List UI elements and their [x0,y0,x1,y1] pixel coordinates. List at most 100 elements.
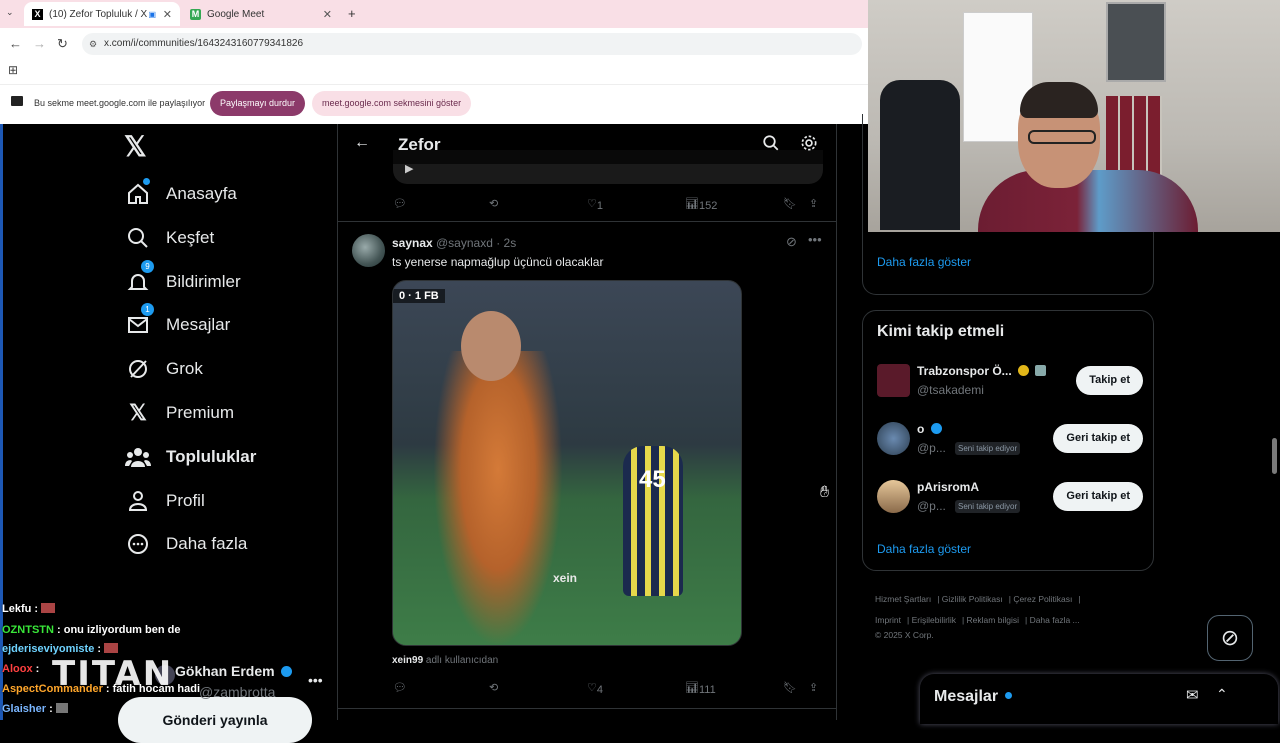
nav-label: Bildirimler [166,272,241,291]
community-header: ← Zefor [338,124,836,164]
new-tab-button[interactable]: + [348,6,356,21]
follow-button[interactable]: Takip et [1076,366,1143,395]
footer-link[interactable]: Hizmet Şartları [875,594,931,604]
nav-label: Topluluklar [166,447,257,466]
reply-icon[interactable]: 💬︎ [393,681,407,694]
chat-line: OZNTSTN : onu izliyordum ben de [2,624,180,636]
apps-grid-icon[interactable]: ⊞ [8,63,18,77]
reply-icon[interactable]: 💬︎ [393,197,407,210]
show-more-link[interactable]: Daha fazla göster [877,255,971,269]
tab-share-bar: Bu sekme meet.google.com ile paylaşılıyo… [0,84,868,122]
jersey-number: 45 [639,466,666,493]
credit-user: xein99 [392,655,424,666]
back-arrow-icon[interactable]: ← [354,134,370,152]
footer-link[interactable]: Daha fazla ... [1030,615,1080,625]
grok-icon[interactable]: ⊘ [786,234,797,250]
meet-favicon-icon: M [190,8,201,20]
close-icon[interactable]: ✕ [163,8,172,21]
account-menu-button[interactable]: ••• [308,672,323,688]
verified-badge-icon [1018,365,1030,376]
messages-drawer[interactable]: Mesajlar ✉ ⌃ [920,674,1278,724]
community-timeline: ▶ ← Zefor 💬︎ ⟲ ♡ 1 📊︎ 152 🔖︎ ⇪ saynax @s… [337,124,837,720]
retweet-icon[interactable]: ⟲ [489,681,498,694]
follow-suggestion[interactable]: o @p... Seni takip ediyor Geri takip et [877,420,1143,460]
share-icon[interactable]: ⇪ [809,681,818,694]
views-button[interactable]: 📊︎ 111 [685,681,716,696]
x-logo-icon: 𝕏 [129,400,147,425]
gaming-chair [880,80,960,230]
nav-label: Daha fazla [166,534,248,553]
footer-link[interactable]: Erişilebilirlik [912,615,956,625]
divider [338,708,836,709]
chevron-up-icon[interactable]: ⌃ [1216,686,1228,703]
follow-back-button[interactable]: Geri takip et [1053,424,1143,453]
forward-icon[interactable]: → [33,36,46,51]
new-message-icon[interactable]: ✉ [1186,686,1199,704]
footer-link[interactable]: Reklam bilgisi [967,615,1019,625]
profile-name[interactable]: Gökhan Erdem [175,663,293,679]
view-count: 152 [698,200,718,212]
chat-message: : [49,703,53,715]
gear-icon[interactable] [799,133,819,158]
share-icon[interactable]: ⇪ [809,197,818,210]
view-count: 111 [698,684,716,696]
nav-label: Mesajlar [166,315,231,334]
nav-label: Premium [166,403,235,422]
footer-link[interactable]: Çerez Politikası [1013,594,1072,604]
streamer-glasses [1028,130,1096,144]
profile-name-text: Gökhan Erdem [175,663,275,679]
views-button[interactable]: 📊︎ 152 [685,197,717,212]
reload-icon[interactable]: ↻ [57,36,68,52]
close-icon[interactable]: ✕ [323,8,332,21]
copyright: © 2025 X Corp. [875,630,934,640]
follow-suggestion[interactable]: pArisromA @p... Seni takip ediyor Geri t… [877,478,1143,518]
show-meet-tab-button[interactable]: meet.google.com sekmesini göster [312,91,472,116]
follow-back-button[interactable]: Geri takip et [1053,482,1143,511]
search-icon[interactable] [762,134,780,157]
more-icon[interactable]: ••• [808,232,822,247]
unread-dot-icon [1005,692,1012,699]
address-bar[interactable]: ⚙ x.com/i/communities/164324316077934182… [82,33,862,55]
grok-button[interactable]: ⊘ [1207,615,1253,661]
tactics-board [1106,2,1166,82]
like-button[interactable]: ♡ 1 [587,197,603,212]
follows-you-badge: Seni takip ediyor [955,500,1021,513]
post-button[interactable]: Gönderi yayınla [118,697,312,743]
site-info-icon[interactable]: ⚙ [89,33,97,55]
mouse-cursor-icon: ✋︎ [820,484,830,501]
show-more-link[interactable]: Daha fazla göster [877,542,971,556]
url-text: x.com/i/communities/1643243160779341826 [104,38,304,49]
media-credit[interactable]: xein99 adlı kullanıcıdan [392,655,498,666]
tweet-author-name[interactable]: saynax [392,236,433,250]
chat-message: : onu izliyordum ben de [57,624,181,636]
avatar[interactable] [877,480,910,513]
x-logo-icon[interactable]: 𝕏 [124,130,147,163]
bookmarks-bar: ⊞ [0,60,868,82]
tab-share-icon: ▣ [148,9,156,19]
tab-list-chevron-icon[interactable]: ⌄ [6,7,14,18]
scrollbar[interactable] [1272,438,1277,474]
tab-google-meet[interactable]: M Google Meet ✕ [182,2,340,26]
message-badge: 1 [141,303,154,316]
avatar[interactable] [352,234,385,267]
avatar[interactable] [877,364,910,397]
chat-user: OZNTSTN [2,624,54,636]
suggestion-handle: @p... [917,499,946,513]
tweet-author-handle[interactable]: @saynaxd · 2s [436,236,516,250]
avatar[interactable] [877,422,910,455]
tweet-video[interactable]: 0 · 1 FB 45 xein [392,280,742,646]
bookmark-icon[interactable]: 🔖︎ [783,197,797,210]
follow-suggestion[interactable]: Trabzonspor Ö... @tsakademi Takip et [877,362,1143,402]
stop-sharing-button[interactable]: Paylaşmayı durdur [210,91,306,116]
back-icon[interactable]: ← [9,36,22,51]
footer-link[interactable]: Imprint [875,615,901,625]
tab-x-community[interactable]: X (10) Zefor Topluluk / X ▣ ✕ [24,2,180,26]
retweet-icon[interactable]: ⟲ [489,197,498,210]
browser-chrome: ⌄ X (10) Zefor Topluluk / X ▣ ✕ M Google… [0,0,868,124]
player-figure [433,351,563,645]
footer-link[interactable]: Gizlilik Politikası [942,594,1003,604]
bookmark-icon[interactable]: 🔖︎ [783,681,797,694]
like-button[interactable]: ♡ 4 [587,681,603,696]
emote-icon [55,703,68,713]
divider [338,221,836,222]
